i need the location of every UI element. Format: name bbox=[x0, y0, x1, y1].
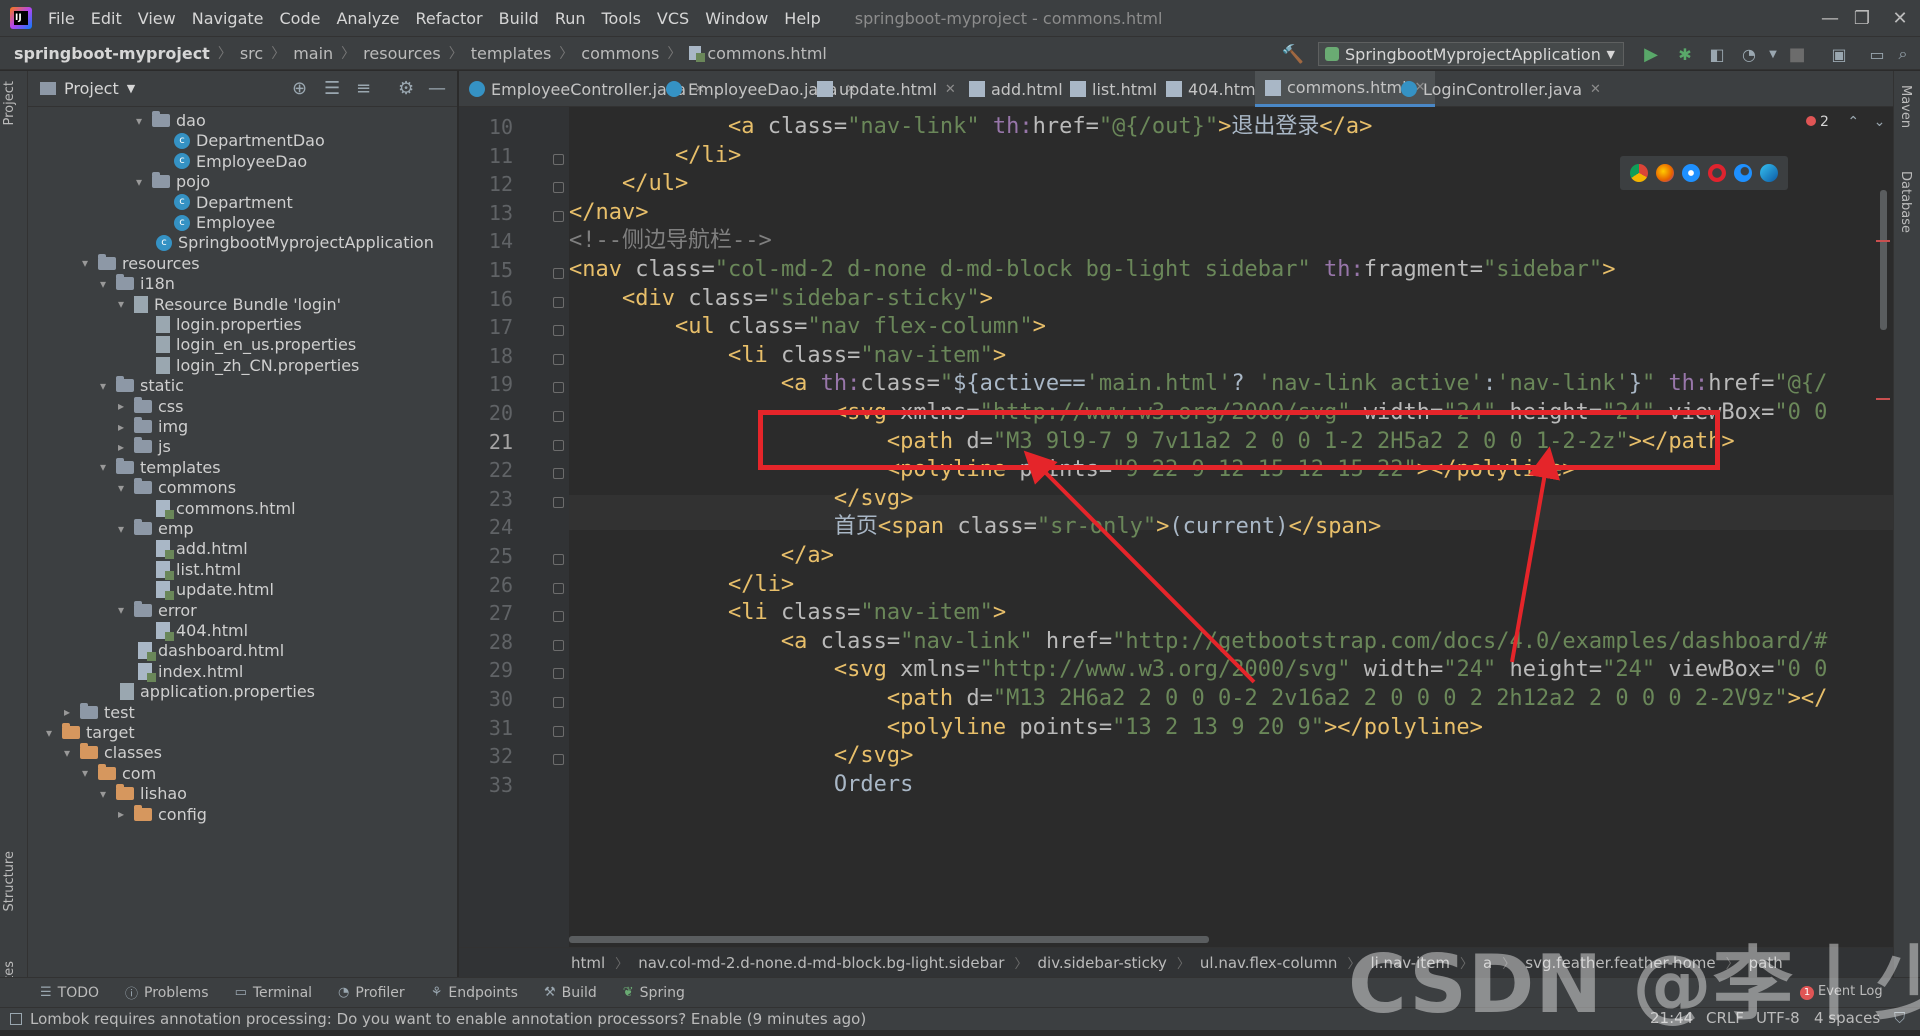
annotation-arrows bbox=[1023, 446, 1561, 684]
annotation-arrow-left bbox=[1023, 450, 1256, 684]
watermark: CSDN @李丨少 bbox=[1348, 938, 1920, 1031]
annotation-arrow-right bbox=[1510, 446, 1561, 663]
